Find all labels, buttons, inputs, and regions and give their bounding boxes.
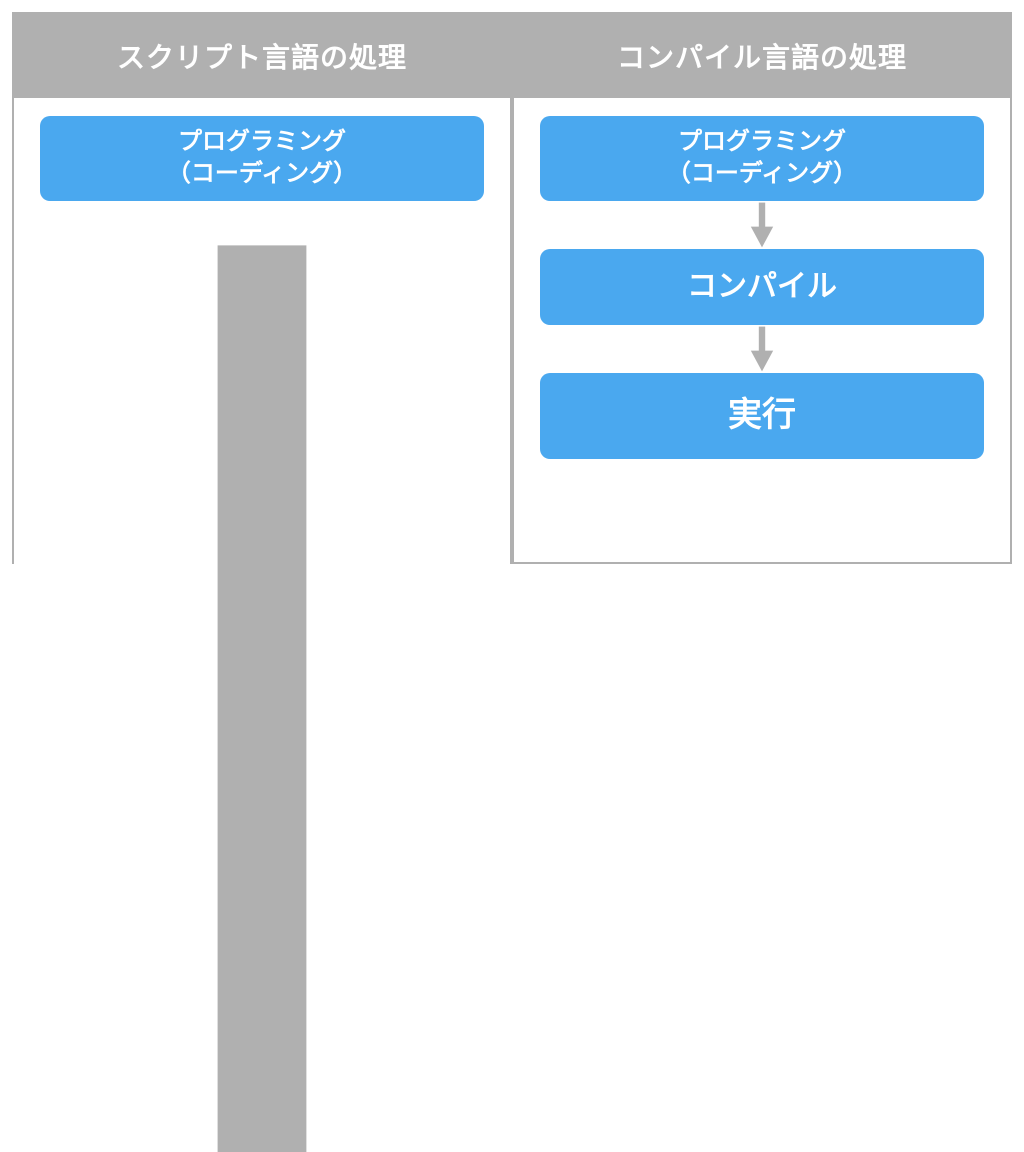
column-script-language: スクリプト言語の処理 プログラミング （コーディング） 実行 [12,12,512,564]
programming-label-line2: （コーディング） [167,158,357,190]
programming-label-line1: プログラミング [178,126,346,158]
step-programming-script: プログラミング （コーディング） [40,116,484,201]
arrow-down-icon [540,201,984,249]
arrow-down-icon [40,201,484,1152]
column-compiled-language: コンパイル言語の処理 プログラミング （コーディング） コンパイル 実行 [512,12,1012,564]
column-body-compiled: プログラミング （コーディング） コンパイル 実行 [514,98,1010,562]
column-body-script: プログラミング （コーディング） 実行 [14,98,510,1152]
step-programming-compiled: プログラミング （コーディング） [540,116,984,201]
column-header-script: スクリプト言語の処理 [14,14,510,98]
compile-label: コンパイル [687,267,837,308]
programming-label-line2: （コーディング） [667,158,857,190]
step-execute-compiled: 実行 [540,373,984,459]
arrow-down-icon [540,325,984,373]
execute-label: 実行 [728,393,796,439]
step-compile: コンパイル [540,249,984,326]
column-header-compiled: コンパイル言語の処理 [514,14,1010,98]
programming-label-line1: プログラミング [678,126,846,158]
